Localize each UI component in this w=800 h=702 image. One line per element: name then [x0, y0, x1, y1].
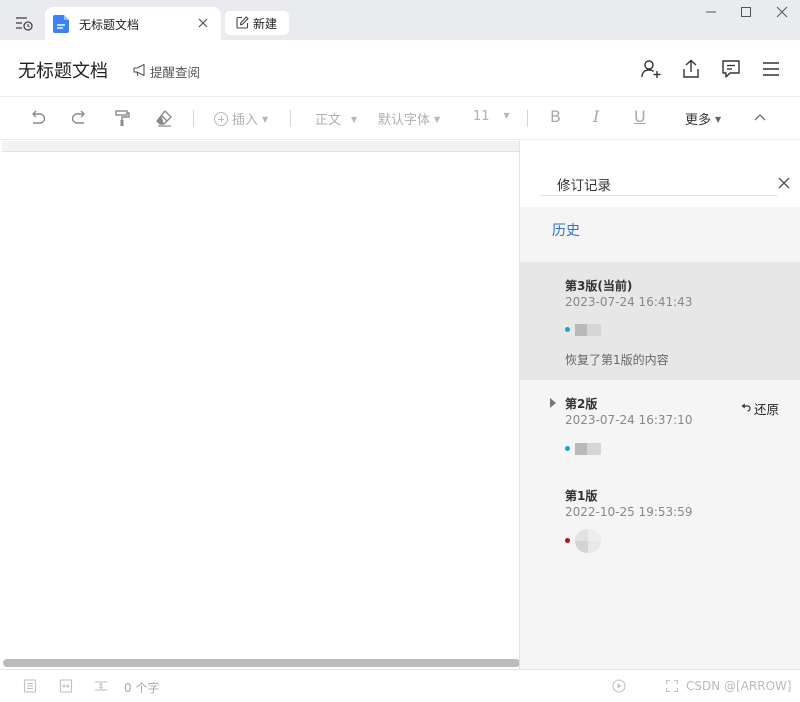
menu-icon[interactable]	[760, 59, 782, 79]
outline-view-icon[interactable]	[23, 679, 37, 693]
more-label: 更多	[685, 113, 712, 128]
undo-arrow-icon	[741, 402, 751, 412]
share-export-icon[interactable]	[680, 59, 702, 79]
expand-version-icon[interactable]	[549, 398, 557, 408]
word-count: 0 个字	[124, 681, 160, 695]
insert-label: 插入	[232, 113, 259, 128]
panel-title-field: 修订记录	[540, 172, 778, 196]
paragraph-style-label: 正文	[315, 113, 342, 128]
scrollbar-thumb[interactable]	[3, 659, 520, 667]
formatting-toolbar: 插入 ▼ 正文 ▼ 默认字体 ▼ 11 ▼ B I U 更多 ▼	[0, 96, 800, 140]
version-timestamp: 2023-07-24 16:37:10	[565, 413, 693, 427]
version-item-3[interactable]: 第3版(当前) 2023-07-24 16:41:43 恢复了第1版的内容	[520, 262, 800, 380]
toolbar-divider	[290, 110, 291, 127]
author-color-dot	[565, 538, 570, 543]
revision-history-panel: 修订记录 历史 第3版(当前) 2023-07-24 16:41:43 恢复了第…	[519, 141, 800, 669]
panel-header: 修订记录	[520, 141, 800, 207]
version-name: 第2版	[565, 397, 598, 411]
document-title[interactable]: 无标题文档	[18, 57, 108, 83]
comment-icon[interactable]	[720, 59, 742, 79]
tab-untitled-document[interactable]: 无标题文档	[45, 7, 221, 40]
minimize-window-icon[interactable]	[699, 4, 723, 20]
format-painter-icon[interactable]	[113, 109, 131, 127]
chevron-down-icon: ▼	[262, 115, 269, 124]
close-panel-icon[interactable]	[777, 176, 791, 190]
version-note: 恢复了第1版的内容	[565, 353, 669, 367]
font-family-dropdown[interactable]: 默认字体 ▼	[378, 109, 440, 128]
fullscreen-icon[interactable]	[665, 679, 679, 693]
chevron-down-icon: ▼	[351, 115, 358, 124]
redo-icon[interactable]	[70, 109, 88, 127]
megaphone-icon	[133, 63, 147, 77]
maximize-window-icon[interactable]	[734, 4, 758, 20]
insert-plus-icon	[214, 112, 228, 126]
italic-button[interactable]: I	[593, 107, 599, 126]
document-header: 无标题文档 提醒查阅	[0, 40, 800, 96]
add-collaborator-icon[interactable]	[640, 59, 662, 79]
history-sidebar-icon[interactable]	[10, 12, 36, 34]
new-edit-icon	[236, 16, 249, 29]
watermark-text: CSDN @[ARROW]	[686, 679, 792, 693]
insert-dropdown[interactable]: 插入 ▼	[214, 109, 268, 128]
bold-button[interactable]: B	[550, 107, 561, 126]
underline-button[interactable]: U	[634, 107, 646, 126]
restore-label: 还原	[754, 402, 780, 417]
more-dropdown[interactable]: 更多 ▼	[685, 109, 721, 128]
toolbar-divider	[193, 110, 194, 127]
undo-icon[interactable]	[29, 109, 47, 127]
page-width-icon[interactable]	[59, 679, 73, 693]
paragraph-style-dropdown[interactable]: 正文 ▼	[315, 109, 357, 128]
close-window-icon[interactable]	[770, 4, 794, 20]
author-color-dot	[565, 327, 570, 332]
chevron-down-icon: ▼	[715, 115, 722, 124]
version-timestamp: 2023-07-24 16:41:43	[565, 295, 693, 309]
panel-title: 修订记录	[557, 178, 611, 194]
chevron-down-icon: ▼	[434, 115, 441, 124]
collapse-toolbar-icon[interactable]	[751, 109, 769, 127]
version-name: 第1版	[565, 489, 598, 503]
font-family-label: 默认字体	[378, 113, 431, 128]
font-size-dropdown[interactable]: 11 ▼	[473, 109, 510, 124]
document-editor[interactable]	[0, 141, 520, 669]
author-color-dot	[565, 446, 570, 451]
author-avatar	[575, 324, 601, 336]
version-name: 第3版(当前)	[565, 279, 633, 293]
horizontal-scrollbar[interactable]	[0, 657, 520, 669]
remind-review-label: 提醒查阅	[150, 65, 201, 80]
status-bar: 0 个字 CSDN @[ARROW]	[0, 669, 800, 702]
author-avatar	[575, 443, 601, 455]
author-avatar	[575, 529, 601, 553]
chevron-down-icon: ▼	[503, 111, 510, 120]
document-file-icon	[53, 15, 69, 33]
tab-title: 无标题文档	[79, 18, 140, 32]
play-presentation-icon[interactable]	[612, 679, 626, 693]
eraser-clear-format-icon[interactable]	[155, 109, 173, 127]
version-item-1[interactable]: 第1版 2022-10-25 19:53:59	[520, 470, 800, 560]
version-timestamp: 2022-10-25 19:53:59	[565, 505, 693, 519]
font-size-label: 11	[473, 109, 490, 124]
window-titlebar: 无标题文档 新建	[0, 0, 800, 40]
editor-top-edge	[2, 141, 520, 152]
page-margin-icon[interactable]	[94, 679, 108, 693]
version-item-2[interactable]: 第2版 2023-07-24 16:37:10 还原	[520, 380, 800, 470]
close-tab-icon[interactable]	[196, 16, 210, 30]
new-document-button[interactable]: 新建	[225, 11, 289, 35]
new-document-label: 新建	[253, 17, 278, 31]
toolbar-divider	[527, 110, 528, 127]
history-link[interactable]: 历史	[552, 220, 580, 240]
